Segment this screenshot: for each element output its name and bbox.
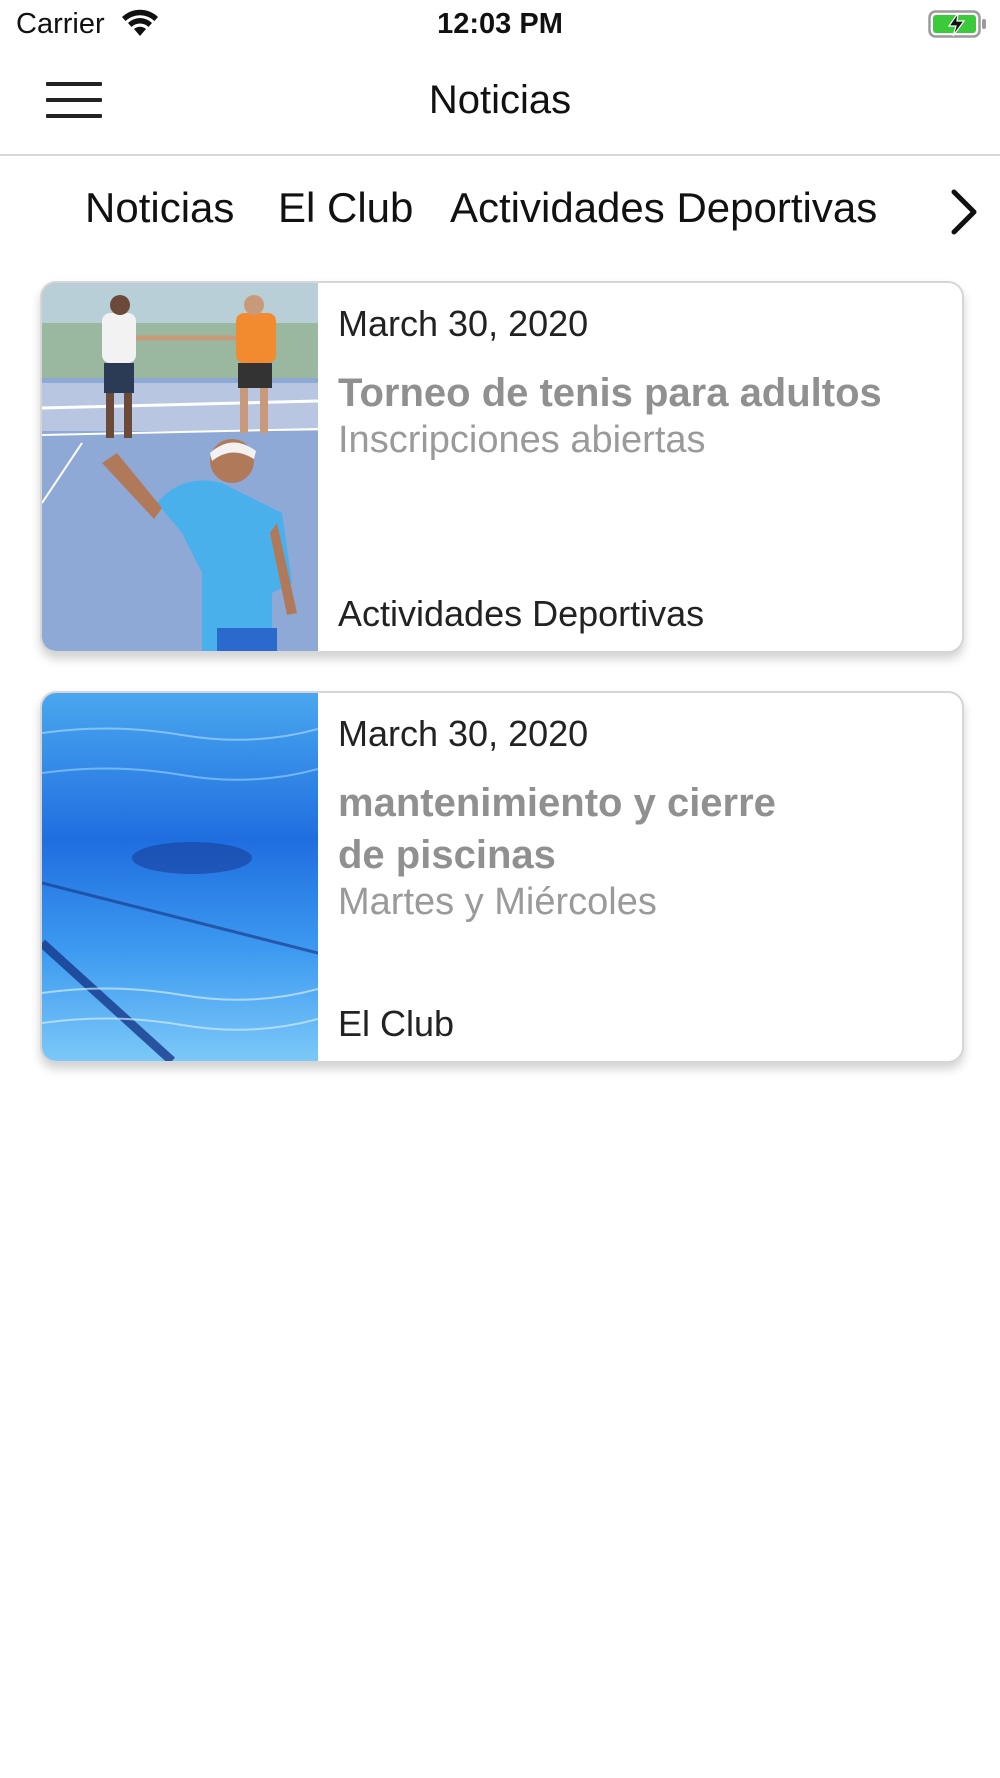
swimming-pool-photo — [42, 693, 318, 1061]
tab-noticias[interactable]: Noticias — [85, 184, 234, 232]
news-subtitle: Martes y Miércoles — [338, 881, 657, 923]
news-card[interactable]: March 30, 2020 mantenimiento y cierre de… — [40, 691, 964, 1063]
battery-charging-icon — [928, 10, 986, 38]
chevron-right-icon[interactable] — [944, 186, 984, 238]
category-tabs: Noticias El Club Actividades Deportivas — [0, 156, 1000, 266]
news-category: El Club — [338, 1003, 455, 1044]
news-title: Torneo de tenis para adultos — [338, 371, 882, 415]
tab-el-club[interactable]: El Club — [278, 184, 413, 232]
tab-actividades-deportivas[interactable]: Actividades Deportivas — [450, 184, 877, 232]
status-bar: Carrier 12:03 PM — [0, 0, 1000, 52]
tennis-players-photo — [42, 283, 318, 651]
news-date: March 30, 2020 — [338, 303, 589, 344]
app-screen: Carrier 12:03 PM Noticias Noticias El Cl… — [0, 0, 1000, 1778]
status-time: 12:03 PM — [437, 8, 563, 40]
page-title: Noticias — [428, 78, 572, 122]
news-title: mantenimiento y cierre de piscinas — [338, 781, 776, 877]
news-card[interactable]: March 30, 2020 Torneo de tenis para adul… — [40, 281, 964, 653]
news-category: Actividades Deportivas — [338, 593, 705, 634]
news-date: March 30, 2020 — [338, 713, 589, 754]
news-subtitle: Inscripciones abiertas — [338, 419, 706, 461]
navigation-bar: Noticias — [0, 52, 1000, 156]
